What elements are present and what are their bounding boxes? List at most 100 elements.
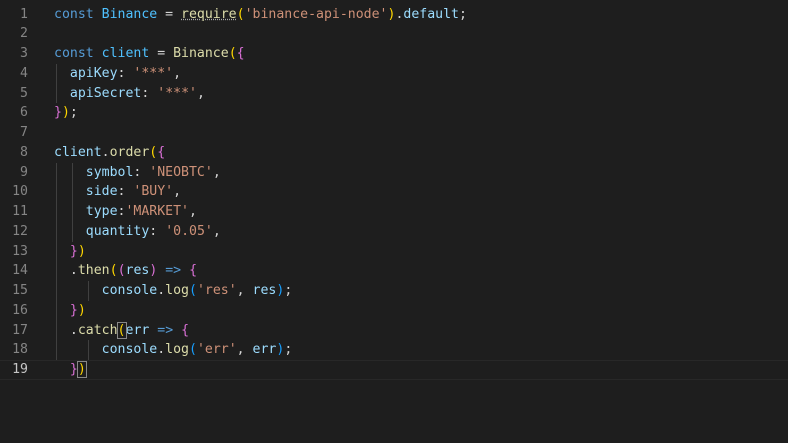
- code-token: res: [252, 283, 277, 298]
- code-token: log: [165, 283, 189, 298]
- code-token: =: [149, 46, 174, 61]
- code-line[interactable]: 6});: [0, 103, 788, 123]
- line-number: 2: [20, 26, 28, 42]
- code-line[interactable]: 19 }): [0, 360, 788, 380]
- code-line[interactable]: 12 quantity: '0.05',: [0, 222, 788, 242]
- code-token: .: [157, 342, 166, 358]
- line-number: 6: [20, 105, 28, 121]
- line-number: 4: [20, 65, 28, 81]
- code-line[interactable]: 18 console.log('err', err);: [0, 340, 788, 360]
- code-line[interactable]: 3 const client = Binance({: [0, 44, 788, 64]
- code-token: {: [181, 322, 190, 338]
- code-token: ,: [212, 164, 221, 180]
- code-line[interactable]: 14 .then((res) => {: [0, 261, 788, 281]
- indent-guide: [88, 281, 89, 301]
- line-number: 13: [12, 243, 28, 259]
- code-text: console.log('err', err);: [54, 340, 293, 360]
- code-token: (: [189, 283, 197, 298]
- line-number: 7: [20, 125, 28, 140]
- code-token: ,: [212, 223, 221, 239]
- line-number: 17: [12, 322, 28, 338]
- code-text: }): [54, 361, 87, 379]
- code-text: symbol: 'NEOBTC',: [54, 163, 221, 183]
- code-token: const: [54, 46, 102, 61]
- code-token: 'MARKET': [125, 204, 190, 219]
- code-token: :: [133, 164, 150, 180]
- code-token: ;: [69, 105, 78, 121]
- code-text: }): [54, 242, 86, 262]
- code-token: const: [54, 6, 102, 22]
- code-token: (: [228, 46, 237, 61]
- code-token: default: [403, 6, 459, 22]
- code-line[interactable]: 16 }): [0, 301, 788, 321]
- code-line[interactable]: 7: [0, 123, 788, 143]
- line-number: 8: [20, 144, 28, 160]
- code-token: catch: [77, 322, 118, 338]
- code-token: apiKey: [69, 65, 118, 81]
- code-line[interactable]: 11 type:'MARKET',: [0, 202, 788, 222]
- code-line[interactable]: 13 }): [0, 242, 788, 262]
- code-token: :: [141, 85, 158, 101]
- code-token: =>: [149, 322, 182, 338]
- code-token: (: [236, 6, 245, 22]
- code-token: client: [101, 46, 150, 61]
- code-line[interactable]: 9 symbol: 'NEOBTC',: [0, 163, 788, 183]
- code-token: =>: [157, 263, 190, 279]
- code-token: ,: [173, 65, 182, 81]
- code-line[interactable]: 5 apiSecret: '***',: [0, 84, 788, 104]
- code-editor[interactable]: 1 const Binance = require('binance-api-no…: [0, 0, 788, 443]
- code-token: '0.05': [165, 223, 213, 239]
- code-token: (: [189, 342, 197, 358]
- code-token: console: [101, 342, 158, 358]
- code-token: res: [125, 263, 150, 279]
- code-token: ,: [189, 204, 197, 219]
- line-number: 15: [12, 283, 28, 298]
- line-number: 11: [12, 204, 28, 219]
- code-line[interactable]: 1 const Binance = require('binance-api-no…: [0, 5, 788, 25]
- code-line[interactable]: 4 apiKey: '***',: [0, 64, 788, 84]
- line-number: 12: [12, 223, 28, 239]
- code-token: ;: [284, 283, 293, 298]
- line-number: 5: [20, 85, 28, 101]
- line-number: 19: [12, 362, 28, 377]
- indent-guide: [72, 162, 73, 242]
- code-token: (: [109, 263, 118, 279]
- code-text: side: 'BUY',: [54, 182, 181, 202]
- code-token: 'res': [196, 283, 237, 298]
- code-token: {: [236, 46, 245, 61]
- code-line[interactable]: 2: [0, 24, 788, 44]
- code-token: ): [77, 243, 86, 259]
- code-token: require: [181, 6, 237, 22]
- code-token: ,: [236, 283, 253, 298]
- code-token: Binance: [173, 46, 229, 61]
- code-token: Binance: [101, 6, 158, 22]
- code-token: :: [149, 223, 166, 239]
- code-token: :: [117, 184, 134, 200]
- line-number: 1: [20, 6, 28, 22]
- code-token: ): [76, 361, 87, 378]
- code-text: .then((res) => {: [54, 261, 197, 281]
- line-number: 16: [12, 302, 28, 318]
- code-text: .catch(err => {: [54, 321, 189, 341]
- code-line[interactable]: 8 client.order({: [0, 143, 788, 163]
- code-text: console.log('res', res);: [54, 281, 293, 301]
- code-line[interactable]: 17 .catch(err => {: [0, 321, 788, 341]
- code-token: }: [69, 243, 78, 259]
- code-line[interactable]: 15 console.log('res', res);: [0, 281, 788, 301]
- code-text: const Binance = require('binance-api-nod…: [54, 5, 467, 25]
- code-token: {: [189, 263, 198, 279]
- code-token: :: [117, 65, 134, 81]
- code-token: err: [252, 342, 277, 358]
- code-text: apiKey: '***',: [54, 64, 181, 84]
- indent-guide: [56, 63, 57, 104]
- code-text: }): [54, 301, 86, 321]
- code-line[interactable]: 10 side: 'BUY',: [0, 182, 788, 202]
- code-text: });: [54, 103, 78, 123]
- code-token: ;: [458, 6, 467, 22]
- code-token: apiSecret: [69, 85, 142, 101]
- code-text: client.order({: [54, 143, 165, 163]
